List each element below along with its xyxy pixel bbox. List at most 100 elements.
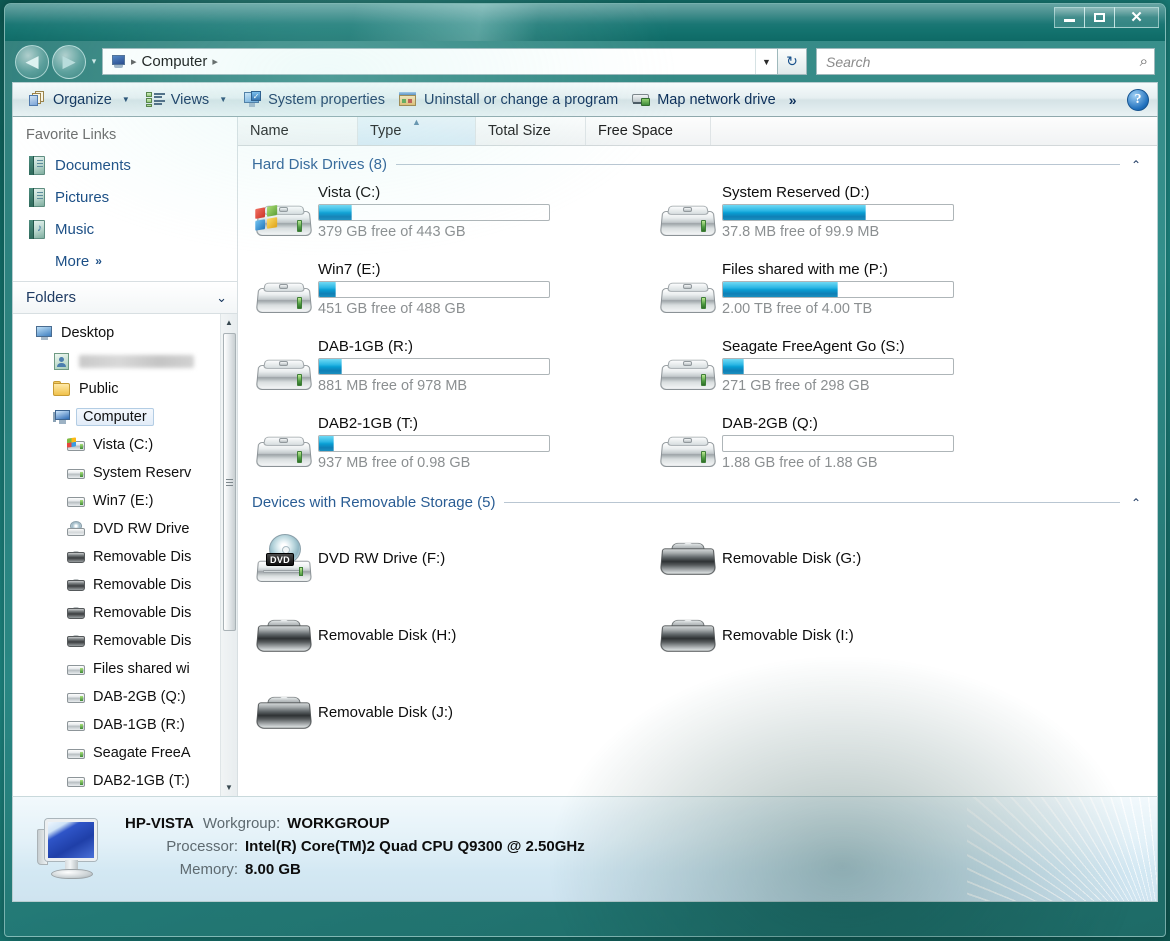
group-header-hard-disk-drives[interactable]: Hard Disk Drives (8) ⌃ (238, 150, 1157, 176)
recent-pages-button[interactable]: ▾ (86, 56, 102, 67)
minimize-button[interactable] (1054, 7, 1085, 28)
caret-up-icon: ▲ (225, 318, 233, 327)
scrollbar-thumb[interactable] (222, 333, 236, 631)
favorite-link-label: Music (55, 220, 95, 238)
drive-item[interactable]: Files shared with me (P:) 2.00 TB free of… (654, 257, 1058, 334)
drive-usage-fill (319, 282, 337, 297)
column-header-spacer[interactable] (711, 117, 1157, 145)
column-header-label: Name (250, 123, 289, 139)
close-button[interactable]: ✕ (1114, 7, 1159, 28)
drive-usage-bar (722, 281, 954, 298)
drive-item[interactable]: System Reserved (D:) 37.8 MB free of 99.9… (654, 180, 1058, 257)
tree-item-desktop[interactable]: Desktop (13, 319, 220, 347)
tree-item-label: Removable Dis (93, 605, 192, 621)
tree-item-dab-1gb-r[interactable]: DAB-1GB (R:) (13, 711, 220, 739)
organize-button[interactable]: Organize ▼ (21, 87, 139, 113)
address-bar[interactable]: ▸ Computer ▸ ▼ (102, 48, 778, 75)
breadcrumb-separator-1[interactable]: ▸ (126, 55, 142, 68)
tree-item-removable-dis[interactable]: Removable Dis (13, 571, 220, 599)
forward-button[interactable]: ▶ (52, 44, 86, 79)
scroll-up-button[interactable]: ▲ (221, 314, 238, 331)
address-dropdown-button[interactable]: ▼ (755, 49, 777, 74)
tree-item-removable-dis[interactable]: Removable Dis (13, 627, 220, 655)
views-button[interactable]: Views ▼ (139, 87, 236, 113)
hard-disk-windows-icon (255, 198, 313, 242)
search-box[interactable]: Search ⌕ (816, 48, 1155, 75)
drive-free-space: 1.88 GB free of 1.88 GB (722, 455, 878, 471)
tree-item-win7-e[interactable]: Win7 (E:) (13, 487, 220, 515)
favorite-link-documents[interactable]: Documents (13, 149, 237, 181)
hdd-icon (67, 745, 86, 762)
details-text-block: HP-VISTA Workgroup: WORKGROUP Processor:… (125, 815, 585, 884)
scroll-down-button[interactable]: ▼ (221, 779, 238, 796)
tree-item-vista-c[interactable]: Vista (C:) (13, 431, 220, 459)
favorite-link-pictures[interactable]: Pictures (13, 181, 237, 213)
favorite-links-title: Favorite Links (26, 127, 117, 143)
tree-item-files-shared-wi[interactable]: Files shared wi (13, 655, 220, 683)
search-input[interactable]: Search (826, 54, 1140, 70)
tree-item-seagate-freea[interactable]: Seagate FreeA (13, 739, 220, 767)
tree-item-public[interactable]: Public (13, 375, 220, 403)
device-item[interactable]: Removable Disk (J:) (250, 674, 654, 751)
views-icon (145, 91, 165, 108)
column-header-name[interactable]: Name (238, 117, 358, 145)
drive-name: Vista (C:) (318, 184, 381, 201)
uninstall-program-button[interactable]: Uninstall or change a program (392, 87, 625, 113)
uninstall-icon (398, 91, 418, 108)
memory-label: Memory: (179, 860, 238, 878)
tree-item-label: Seagate FreeA (93, 745, 191, 761)
tree-item-dvd-rw-drive[interactable]: DVD RW Drive (13, 515, 220, 543)
device-item[interactable]: Removable Disk (H:) (250, 597, 654, 674)
processor-label: Processor: (166, 837, 238, 855)
device-item[interactable]: Removable Disk (I:) (654, 597, 1058, 674)
drive-item[interactable]: Vista (C:) 379 GB free of 443 GB (250, 180, 654, 257)
system-properties-button[interactable]: ✓ System properties (236, 87, 392, 113)
collapse-chevron-icon[interactable]: ⌃ (1129, 158, 1143, 172)
device-name: Removable Disk (G:) (722, 550, 862, 567)
refresh-button[interactable]: ↻ (778, 48, 807, 75)
tree-item-dab2-1gb-t[interactable]: DAB2-1GB (T:) (13, 767, 220, 795)
refresh-icon: ↻ (786, 53, 798, 69)
hard-disk-icon (255, 352, 313, 396)
drive-item[interactable]: Win7 (E:) 451 GB free of 488 GB (250, 257, 654, 334)
breadcrumb-separator-2[interactable]: ▸ (207, 55, 223, 68)
device-item[interactable]: DVD DVD RW Drive (F:) (250, 520, 654, 597)
drive-meta: DAB2-1GB (T:) 937 MB free of 0.98 GB (318, 415, 654, 471)
toolbar-overflow-button[interactable]: » (783, 92, 802, 108)
folder-tree-scrollbar[interactable]: ▲ ▼ (220, 314, 237, 796)
file-list-pane: Name ▲ Type Total Size Free Space Hard Disk … (238, 117, 1157, 796)
drive-icon-wrapper (654, 415, 722, 487)
column-header-total-size[interactable]: Total Size (476, 117, 586, 145)
favorite-link-music[interactable]: ♪ Music (13, 213, 237, 245)
folders-section-header[interactable]: Folders ⌄ (13, 281, 237, 314)
tree-item-removable-dis[interactable]: Removable Dis (13, 543, 220, 571)
minimize-icon (1064, 19, 1075, 22)
favorites-more-button[interactable]: More » (13, 245, 237, 277)
chevron-down-icon: ▼ (219, 95, 228, 104)
tree-item-dab-2gb-q[interactable]: DAB-2GB (Q:) (13, 683, 220, 711)
tree-item-removable-dis[interactable]: Removable Dis (13, 599, 220, 627)
contact-icon (53, 352, 72, 370)
drive-item[interactable]: DAB2-1GB (T:) 937 MB free of 0.98 GB (250, 411, 654, 488)
tree-item-redacted[interactable] (13, 347, 220, 375)
tree-item-computer[interactable]: Computer (13, 403, 220, 431)
tree-item-system-reserv[interactable]: System Reserv (13, 459, 220, 487)
maximize-button[interactable] (1084, 7, 1115, 28)
tree-item-label: Removable Dis (93, 577, 192, 593)
collapse-chevron-icon[interactable]: ⌃ (1129, 496, 1143, 510)
group-header-removable-storage[interactable]: Devices with Removable Storage (5) ⌃ (238, 488, 1157, 514)
column-header-type[interactable]: ▲ Type (358, 117, 476, 145)
drive-item[interactable]: Seagate FreeAgent Go (S:) 271 GB free of … (654, 334, 1058, 411)
close-icon: ✕ (1130, 9, 1143, 26)
column-header-free-space[interactable]: Free Space (586, 117, 711, 145)
map-network-drive-button[interactable]: Map network drive (625, 87, 782, 113)
drive-item[interactable]: DAB-2GB (Q:) 1.88 GB free of 1.88 GB (654, 411, 1058, 488)
drive-meta: Vista (C:) 379 GB free of 443 GB (318, 184, 654, 240)
help-button[interactable]: ? (1127, 88, 1149, 111)
device-item[interactable]: Removable Disk (G:) (654, 520, 1058, 597)
drive-item[interactable]: DAB-1GB (R:) 881 MB free of 978 MB (250, 334, 654, 411)
tree-item-label: System Reserv (93, 465, 192, 481)
back-button[interactable]: ◀ (15, 44, 49, 79)
breadcrumb-computer[interactable]: Computer (142, 53, 208, 70)
tree-item-label: DVD RW Drive (93, 521, 190, 537)
